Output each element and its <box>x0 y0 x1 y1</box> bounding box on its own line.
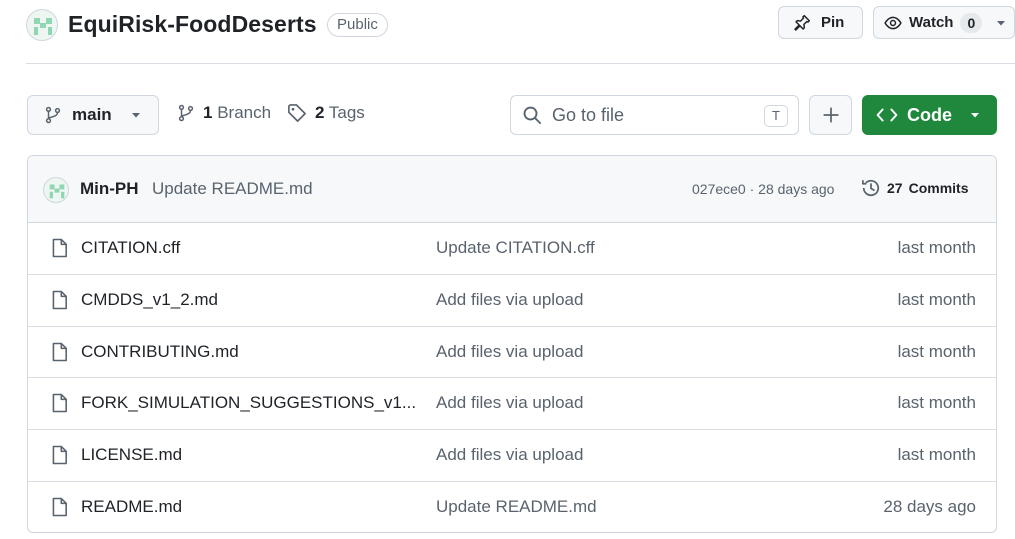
commit-message-link[interactable]: Update README.md <box>152 179 313 199</box>
file-name-link[interactable]: CONTRIBUTING.md <box>81 342 239 362</box>
commits-history-link[interactable]: 27 Commits <box>861 178 968 198</box>
file-commit-link[interactable]: Add files via upload <box>436 290 583 310</box>
file-time: last month <box>897 341 976 361</box>
pin-button[interactable]: Pin <box>778 6 863 39</box>
chevron-down-icon[interactable] <box>995 17 1007 29</box>
pin-label: Pin <box>821 14 845 31</box>
table-row: CONTRIBUTING.md Add files via upload las… <box>28 327 996 379</box>
table-row: README.md Update README.md 28 days ago <box>28 482 996 532</box>
file-name-link[interactable]: CITATION.cff <box>81 238 180 258</box>
code-icon <box>876 106 898 124</box>
file-icon <box>51 290 68 310</box>
add-file-button[interactable] <box>809 95 852 135</box>
branch-selector[interactable]: main <box>27 95 159 135</box>
file-icon <box>51 393 68 413</box>
file-icon <box>51 445 68 465</box>
pin-icon <box>793 14 811 32</box>
table-row: LICENSE.md Add files via upload last mon… <box>28 430 996 482</box>
file-commit-link[interactable]: Add files via upload <box>436 393 583 413</box>
file-icon <box>51 238 68 258</box>
search-icon <box>522 105 542 125</box>
file-icon <box>51 342 68 362</box>
eye-icon <box>884 14 902 32</box>
go-to-file-input[interactable]: Go to file T <box>510 95 799 135</box>
avatar[interactable] <box>43 177 69 203</box>
file-time: last month <box>897 445 976 465</box>
file-time: last month <box>897 289 976 309</box>
chevron-down-icon <box>130 109 142 121</box>
go-to-file-placeholder: Go to file <box>552 104 625 125</box>
commit-hash-and-time[interactable]: 027ece0 · 28 days ago <box>692 181 834 197</box>
repo-header: EquiRisk-FoodDeserts Public Pin Watch 0 <box>26 6 1015 42</box>
file-name-link[interactable]: CMDDS_v1_2.md <box>81 290 218 310</box>
file-name-link[interactable]: LICENSE.md <box>81 445 182 465</box>
branches-label: 1 Branch <box>203 103 271 123</box>
file-commit-link[interactable]: Update CITATION.cff <box>436 238 595 258</box>
chevron-down-icon <box>969 109 981 121</box>
branches-link[interactable]: 1 Branch <box>177 103 271 123</box>
tag-text: Tags <box>328 103 365 122</box>
file-name-link[interactable]: README.md <box>81 497 182 517</box>
file-icon <box>51 497 68 517</box>
keyboard-shortcut-hint: T <box>764 105 788 127</box>
visibility-badge: Public <box>327 13 388 37</box>
file-list: Min-PH Update README.md 027ece0 · 28 day… <box>27 155 997 533</box>
tags-label: 2 Tags <box>315 103 365 123</box>
commit-author-link[interactable]: Min-PH <box>80 179 139 199</box>
tag-icon <box>287 103 307 123</box>
watch-count: 0 <box>960 12 983 33</box>
plus-icon <box>822 106 840 124</box>
table-row: CMDDS_v1_2.md Add files via upload last … <box>28 275 996 327</box>
git-branch-icon <box>44 106 62 124</box>
file-time: last month <box>897 238 976 257</box>
code-button[interactable]: Code <box>862 95 997 135</box>
commits-label: Commits <box>908 180 969 196</box>
file-commit-link[interactable]: Update README.md <box>436 497 597 517</box>
tag-count: 2 <box>315 103 325 122</box>
commits-count: 27 <box>887 180 903 196</box>
git-branch-icon <box>177 104 195 122</box>
table-row: CITATION.cff Update CITATION.cff last mo… <box>28 223 996 275</box>
file-time: 28 days ago <box>883 496 976 516</box>
file-commit-link[interactable]: Add files via upload <box>436 445 583 465</box>
watch-button[interactable]: Watch 0 <box>873 6 1015 39</box>
code-label: Code <box>907 104 952 125</box>
branch-name: main <box>72 105 112 124</box>
table-row: FORK_SIMULATION_SUGGESTIONS_v1... Add fi… <box>28 378 996 431</box>
branch-count: 1 <box>203 103 213 122</box>
repo-owner-avatar[interactable] <box>26 9 58 41</box>
watch-label: Watch <box>909 14 954 31</box>
tags-link[interactable]: 2 Tags <box>287 103 365 123</box>
history-icon <box>861 178 881 198</box>
branch-text: Branch <box>217 103 272 122</box>
latest-commit-bar: Min-PH Update README.md 027ece0 · 28 day… <box>28 156 996 223</box>
file-commit-link[interactable]: Add files via upload <box>436 342 583 362</box>
file-name-link[interactable]: FORK_SIMULATION_SUGGESTIONS_v1... <box>81 393 416 413</box>
file-time: last month <box>897 393 976 413</box>
repo-name-link[interactable]: EquiRisk-FoodDeserts <box>68 9 317 39</box>
header-divider <box>26 63 1015 64</box>
